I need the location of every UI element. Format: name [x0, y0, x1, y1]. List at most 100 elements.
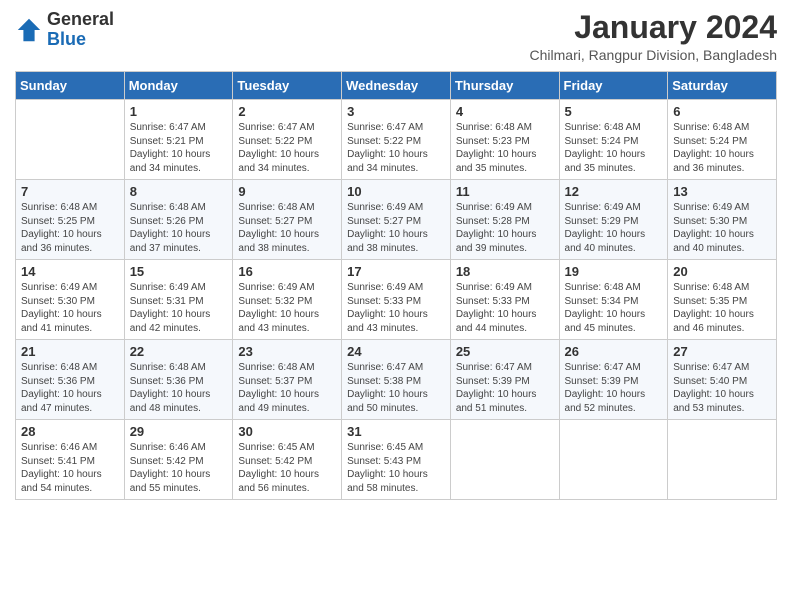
day-info: Sunrise: 6:47 AM Sunset: 5:22 PM Dayligh…: [238, 121, 336, 175]
day-number: 14: [21, 264, 119, 279]
day-number: 12: [565, 184, 663, 199]
day-info: Sunrise: 6:48 AM Sunset: 5:26 PM Dayligh…: [130, 201, 228, 255]
day-number: 8: [130, 184, 228, 199]
day-number: 16: [238, 264, 336, 279]
calendar-cell: 31 Sunrise: 6:45 AM Sunset: 5:43 PM Dayli…: [342, 420, 451, 500]
day-info: Sunrise: 6:48 AM Sunset: 5:27 PM Dayligh…: [238, 201, 336, 255]
day-info: Sunrise: 6:45 AM Sunset: 5:43 PM Dayligh…: [347, 441, 445, 495]
day-info: Sunrise: 6:49 AM Sunset: 5:32 PM Dayligh…: [238, 281, 336, 335]
day-info: Sunrise: 6:48 AM Sunset: 5:34 PM Dayligh…: [565, 281, 663, 335]
calendar-cell: 11 Sunrise: 6:49 AM Sunset: 5:28 PM Dayli…: [450, 180, 559, 260]
calendar-cell: 20 Sunrise: 6:48 AM Sunset: 5:35 PM Dayli…: [668, 260, 777, 340]
day-number: 5: [565, 104, 663, 119]
calendar-cell: 8 Sunrise: 6:48 AM Sunset: 5:26 PM Daylig…: [124, 180, 233, 260]
logo-general: General: [47, 9, 114, 29]
day-number: 11: [456, 184, 554, 199]
calendar-cell: 23Sunrise: 6:48 AM Sunset: 5:37 PM Dayli…: [233, 340, 342, 420]
calendar-cell: 3 Sunrise: 6:47 AM Sunset: 5:22 PM Daylig…: [342, 100, 451, 180]
calendar-cell: 26 Sunrise: 6:47 AM Sunset: 5:39 PM Dayli…: [559, 340, 668, 420]
day-info: Sunrise: 6:49 AM Sunset: 5:33 PM Dayligh…: [347, 281, 445, 335]
calendar-cell: 27 Sunrise: 6:47 AM Sunset: 5:40 PM Dayli…: [668, 340, 777, 420]
calendar-subtitle: Chilmari, Rangpur Division, Bangladesh: [530, 47, 777, 63]
calendar-cell: 28Sunrise: 6:46 AM Sunset: 5:41 PM Dayli…: [16, 420, 125, 500]
calendar-cell: 12 Sunrise: 6:49 AM Sunset: 5:29 PM Dayli…: [559, 180, 668, 260]
calendar-cell: 9 Sunrise: 6:48 AM Sunset: 5:27 PM Daylig…: [233, 180, 342, 260]
calendar-table: SundayMondayTuesdayWednesdayThursdayFrid…: [15, 71, 777, 500]
calendar-cell: 5 Sunrise: 6:48 AM Sunset: 5:24 PM Daylig…: [559, 100, 668, 180]
calendar-cell: 24 Sunrise: 6:47 AM Sunset: 5:38 PM Dayli…: [342, 340, 451, 420]
day-info: Sunrise: 6:47 AM Sunset: 5:40 PM Dayligh…: [673, 361, 771, 415]
logo-text: General Blue: [47, 10, 114, 50]
day-number: 27: [673, 344, 771, 359]
page-header: General Blue January 2024 Chilmari, Rang…: [15, 10, 777, 63]
day-info: Sunrise: 6:47 AM Sunset: 5:39 PM Dayligh…: [456, 361, 554, 415]
day-info: Sunrise: 6:47 AM Sunset: 5:22 PM Dayligh…: [347, 121, 445, 175]
calendar-cell: 2Sunrise: 6:47 AM Sunset: 5:22 PM Daylig…: [233, 100, 342, 180]
calendar-week-3: 14Sunrise: 6:49 AM Sunset: 5:30 PM Dayli…: [16, 260, 777, 340]
calendar-cell: 29Sunrise: 6:46 AM Sunset: 5:42 PM Dayli…: [124, 420, 233, 500]
day-number: 20: [673, 264, 771, 279]
header-cell-saturday: Saturday: [668, 72, 777, 100]
header-cell-wednesday: Wednesday: [342, 72, 451, 100]
day-info: Sunrise: 6:49 AM Sunset: 5:29 PM Dayligh…: [565, 201, 663, 255]
day-number: 24: [347, 344, 445, 359]
calendar-cell: [450, 420, 559, 500]
day-number: 31: [347, 424, 445, 439]
calendar-cell: 18Sunrise: 6:49 AM Sunset: 5:33 PM Dayli…: [450, 260, 559, 340]
calendar-cell: 22Sunrise: 6:48 AM Sunset: 5:36 PM Dayli…: [124, 340, 233, 420]
day-info: Sunrise: 6:49 AM Sunset: 5:28 PM Dayligh…: [456, 201, 554, 255]
calendar-cell: [559, 420, 668, 500]
day-info: Sunrise: 6:47 AM Sunset: 5:39 PM Dayligh…: [565, 361, 663, 415]
day-number: 23: [238, 344, 336, 359]
calendar-cell: 4Sunrise: 6:48 AM Sunset: 5:23 PM Daylig…: [450, 100, 559, 180]
calendar-body: 1Sunrise: 6:47 AM Sunset: 5:21 PM Daylig…: [16, 100, 777, 500]
calendar-week-4: 21 Sunrise: 6:48 AM Sunset: 5:36 PM Dayli…: [16, 340, 777, 420]
logo: General Blue: [15, 10, 114, 50]
day-number: 7: [21, 184, 119, 199]
title-block: January 2024 Chilmari, Rangpur Division,…: [530, 10, 777, 63]
calendar-cell: 10 Sunrise: 6:49 AM Sunset: 5:27 PM Dayli…: [342, 180, 451, 260]
calendar-cell: 13Sunrise: 6:49 AM Sunset: 5:30 PM Dayli…: [668, 180, 777, 260]
day-info: Sunrise: 6:48 AM Sunset: 5:36 PM Dayligh…: [21, 361, 119, 415]
day-info: Sunrise: 6:49 AM Sunset: 5:33 PM Dayligh…: [456, 281, 554, 335]
day-info: Sunrise: 6:49 AM Sunset: 5:27 PM Dayligh…: [347, 201, 445, 255]
calendar-cell: [668, 420, 777, 500]
header-cell-monday: Monday: [124, 72, 233, 100]
calendar-cell: 30Sunrise: 6:45 AM Sunset: 5:42 PM Dayli…: [233, 420, 342, 500]
day-info: Sunrise: 6:48 AM Sunset: 5:36 PM Dayligh…: [130, 361, 228, 415]
calendar-week-2: 7 Sunrise: 6:48 AM Sunset: 5:25 PM Daylig…: [16, 180, 777, 260]
day-number: 9: [238, 184, 336, 199]
day-info: Sunrise: 6:46 AM Sunset: 5:42 PM Dayligh…: [130, 441, 228, 495]
header-cell-thursday: Thursday: [450, 72, 559, 100]
day-number: 25: [456, 344, 554, 359]
calendar-title: January 2024: [530, 10, 777, 45]
logo-blue: Blue: [47, 29, 86, 49]
day-info: Sunrise: 6:48 AM Sunset: 5:25 PM Dayligh…: [21, 201, 119, 255]
calendar-cell: 25 Sunrise: 6:47 AM Sunset: 5:39 PM Dayli…: [450, 340, 559, 420]
day-info: Sunrise: 6:48 AM Sunset: 5:35 PM Dayligh…: [673, 281, 771, 335]
calendar-cell: 17 Sunrise: 6:49 AM Sunset: 5:33 PM Dayli…: [342, 260, 451, 340]
header-row: SundayMondayTuesdayWednesdayThursdayFrid…: [16, 72, 777, 100]
calendar-cell: 1Sunrise: 6:47 AM Sunset: 5:21 PM Daylig…: [124, 100, 233, 180]
calendar-cell: 16 Sunrise: 6:49 AM Sunset: 5:32 PM Dayli…: [233, 260, 342, 340]
calendar-cell: 7 Sunrise: 6:48 AM Sunset: 5:25 PM Daylig…: [16, 180, 125, 260]
header-cell-friday: Friday: [559, 72, 668, 100]
day-number: 1: [130, 104, 228, 119]
day-info: Sunrise: 6:47 AM Sunset: 5:38 PM Dayligh…: [347, 361, 445, 415]
day-number: 19: [565, 264, 663, 279]
day-number: 26: [565, 344, 663, 359]
day-number: 4: [456, 104, 554, 119]
calendar-cell: 19 Sunrise: 6:48 AM Sunset: 5:34 PM Dayli…: [559, 260, 668, 340]
day-info: Sunrise: 6:49 AM Sunset: 5:31 PM Dayligh…: [130, 281, 228, 335]
day-number: 15: [130, 264, 228, 279]
day-number: 3: [347, 104, 445, 119]
day-info: Sunrise: 6:48 AM Sunset: 5:24 PM Dayligh…: [565, 121, 663, 175]
day-number: 6: [673, 104, 771, 119]
calendar-cell: 14Sunrise: 6:49 AM Sunset: 5:30 PM Dayli…: [16, 260, 125, 340]
day-number: 10: [347, 184, 445, 199]
calendar-cell: 15 Sunrise: 6:49 AM Sunset: 5:31 PM Dayli…: [124, 260, 233, 340]
day-number: 17: [347, 264, 445, 279]
calendar-week-1: 1Sunrise: 6:47 AM Sunset: 5:21 PM Daylig…: [16, 100, 777, 180]
day-number: 21: [21, 344, 119, 359]
day-info: Sunrise: 6:48 AM Sunset: 5:24 PM Dayligh…: [673, 121, 771, 175]
